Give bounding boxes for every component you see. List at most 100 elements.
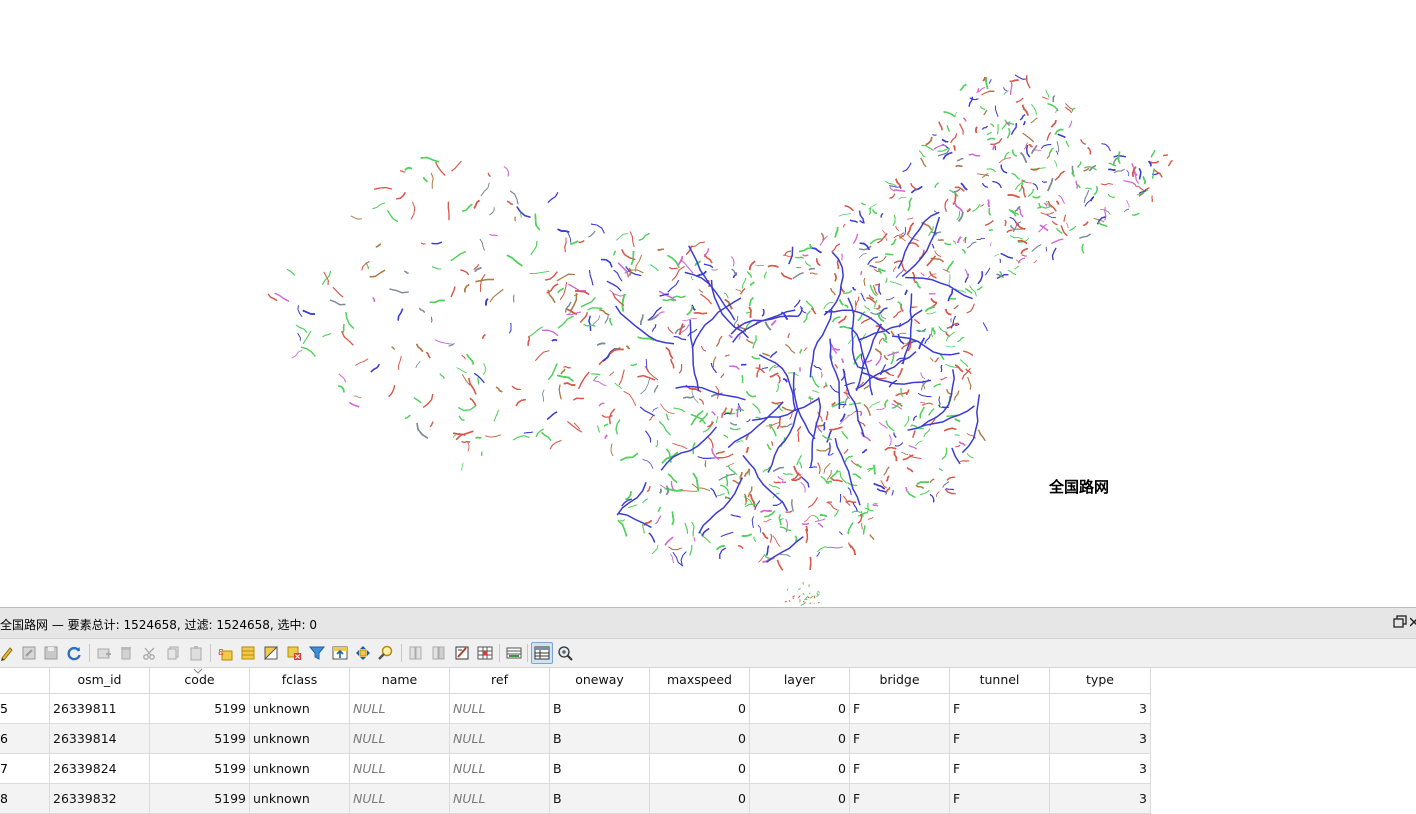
cell-tunnel[interactable]: F bbox=[950, 724, 1050, 754]
table-row[interactable]: 8 26339832 5199 unknown NULL NULL B 0 0 … bbox=[0, 784, 1151, 814]
cell-bridge[interactable]: F bbox=[850, 784, 950, 814]
row-number[interactable]: 7 bbox=[0, 754, 50, 784]
cell-osm-id[interactable]: 26339824 bbox=[50, 754, 150, 784]
copy-icon[interactable] bbox=[162, 642, 184, 664]
cell-osm-id[interactable]: 26339811 bbox=[50, 694, 150, 724]
cell-ref[interactable]: NULL bbox=[450, 694, 550, 724]
column-header-type[interactable]: type bbox=[1050, 668, 1151, 694]
cell-type[interactable]: 3 bbox=[1050, 724, 1151, 754]
cell-name[interactable]: NULL bbox=[350, 694, 450, 724]
select-by-expression-icon[interactable]: ε bbox=[214, 642, 236, 664]
cell-oneway[interactable]: B bbox=[550, 724, 650, 754]
road-segment bbox=[717, 494, 724, 496]
deselect-all-icon[interactable] bbox=[283, 642, 305, 664]
save-edits-icon[interactable] bbox=[40, 642, 62, 664]
move-selection-to-top-icon[interactable] bbox=[329, 642, 351, 664]
column-header-fclass[interactable]: fclass bbox=[250, 668, 350, 694]
delete-feature-icon[interactable] bbox=[115, 642, 137, 664]
cell-layer[interactable]: 0 bbox=[750, 724, 850, 754]
delete-field-icon[interactable] bbox=[428, 642, 450, 664]
cell-bridge[interactable]: F bbox=[850, 724, 950, 754]
cut-icon[interactable] bbox=[139, 642, 161, 664]
column-header-tunnel[interactable]: tunnel bbox=[950, 668, 1050, 694]
row-number[interactable]: 8 bbox=[0, 784, 50, 814]
cell-osm-id[interactable]: 26339832 bbox=[50, 784, 150, 814]
row-number[interactable]: 5 bbox=[0, 694, 50, 724]
conditional-formatting-icon[interactable] bbox=[474, 642, 496, 664]
zoom-to-selection-icon[interactable] bbox=[375, 642, 397, 664]
cell-layer[interactable]: 0 bbox=[750, 694, 850, 724]
cell-tunnel[interactable]: F bbox=[950, 694, 1050, 724]
form-view-icon[interactable] bbox=[554, 642, 576, 664]
cell-code[interactable]: 5199 bbox=[150, 694, 250, 724]
cell-type[interactable]: 3 bbox=[1050, 754, 1151, 784]
cell-ref[interactable]: NULL bbox=[450, 754, 550, 784]
cell-osm-id[interactable]: 26339814 bbox=[50, 724, 150, 754]
cell-layer[interactable]: 0 bbox=[750, 784, 850, 814]
cell-oneway[interactable]: B bbox=[550, 784, 650, 814]
paste-icon[interactable] bbox=[185, 642, 207, 664]
restore-window-icon[interactable] bbox=[1393, 615, 1407, 629]
new-field-icon[interactable] bbox=[405, 642, 427, 664]
table-row[interactable]: 6 26339814 5199 unknown NULL NULL B 0 0 … bbox=[0, 724, 1151, 754]
map-canvas[interactable]: 全国路网 bbox=[0, 0, 1416, 607]
column-header-maxspeed[interactable]: maxspeed bbox=[650, 668, 750, 694]
road-segment bbox=[713, 357, 716, 367]
table-row[interactable]: 5 26339811 5199 unknown NULL NULL B 0 0 … bbox=[0, 694, 1151, 724]
cell-code[interactable]: 5199 bbox=[150, 754, 250, 784]
column-header-osm-id[interactable]: osm_id bbox=[50, 668, 150, 694]
row-number-header[interactable] bbox=[0, 668, 50, 694]
multi-edit-icon[interactable] bbox=[18, 642, 40, 664]
cell-bridge[interactable]: F bbox=[850, 694, 950, 724]
cell-fclass[interactable]: unknown bbox=[250, 784, 350, 814]
cell-tunnel[interactable]: F bbox=[950, 784, 1050, 814]
cell-oneway[interactable]: B bbox=[550, 754, 650, 784]
cell-code[interactable]: 5199 bbox=[150, 784, 250, 814]
cell-fclass[interactable]: unknown bbox=[250, 694, 350, 724]
cell-name[interactable]: NULL bbox=[350, 784, 450, 814]
cell-code[interactable]: 5199 bbox=[150, 724, 250, 754]
column-header-oneway[interactable]: oneway bbox=[550, 668, 650, 694]
cell-ref[interactable]: NULL bbox=[450, 784, 550, 814]
dock-table-icon[interactable] bbox=[503, 642, 525, 664]
road-segment bbox=[1101, 184, 1113, 185]
road-segment bbox=[778, 476, 783, 480]
cell-maxspeed[interactable]: 0 bbox=[650, 754, 750, 784]
road-segment bbox=[1114, 169, 1125, 173]
cell-type[interactable]: 3 bbox=[1050, 784, 1151, 814]
cell-maxspeed[interactable]: 0 bbox=[650, 784, 750, 814]
column-header-ref[interactable]: ref bbox=[450, 668, 550, 694]
cell-maxspeed[interactable]: 0 bbox=[650, 694, 750, 724]
road-segment bbox=[417, 344, 423, 352]
cell-layer[interactable]: 0 bbox=[750, 754, 850, 784]
table-row[interactable]: 7 26339824 5199 unknown NULL NULL B 0 0 … bbox=[0, 754, 1151, 784]
toggle-edit-icon[interactable] bbox=[0, 642, 18, 664]
cell-name[interactable]: NULL bbox=[350, 724, 450, 754]
field-calculator-icon[interactable] bbox=[451, 642, 473, 664]
invert-selection-icon[interactable] bbox=[260, 642, 282, 664]
cell-bridge[interactable]: F bbox=[850, 754, 950, 784]
table-view-icon[interactable] bbox=[531, 642, 553, 664]
filter-icon[interactable] bbox=[306, 642, 328, 664]
cell-oneway[interactable]: B bbox=[550, 694, 650, 724]
attribute-table[interactable]: osm_id code fclass name ref oneway maxsp… bbox=[0, 668, 1416, 814]
cell-tunnel[interactable]: F bbox=[950, 754, 1050, 784]
cell-ref[interactable]: NULL bbox=[450, 724, 550, 754]
column-header-layer[interactable]: layer bbox=[750, 668, 850, 694]
column-header-bridge[interactable]: bridge bbox=[850, 668, 950, 694]
road-segment bbox=[580, 312, 587, 322]
attribute-table-titlebar[interactable]: 全国路网 — 要素总计: 1524658, 过滤: 1524658, 选中: 0 bbox=[0, 608, 1416, 639]
road-segment bbox=[1069, 121, 1072, 128]
cell-fclass[interactable]: unknown bbox=[250, 724, 350, 754]
cell-name[interactable]: NULL bbox=[350, 754, 450, 784]
cell-maxspeed[interactable]: 0 bbox=[650, 724, 750, 754]
pan-to-selection-icon[interactable] bbox=[352, 642, 374, 664]
cell-type[interactable]: 3 bbox=[1050, 694, 1151, 724]
reload-icon[interactable] bbox=[63, 642, 85, 664]
add-feature-icon[interactable] bbox=[93, 642, 115, 664]
row-number[interactable]: 6 bbox=[0, 724, 50, 754]
cell-fclass[interactable]: unknown bbox=[250, 754, 350, 784]
column-header-name[interactable]: name bbox=[350, 668, 450, 694]
close-icon[interactable] bbox=[1410, 615, 1416, 629]
select-all-icon[interactable] bbox=[237, 642, 259, 664]
